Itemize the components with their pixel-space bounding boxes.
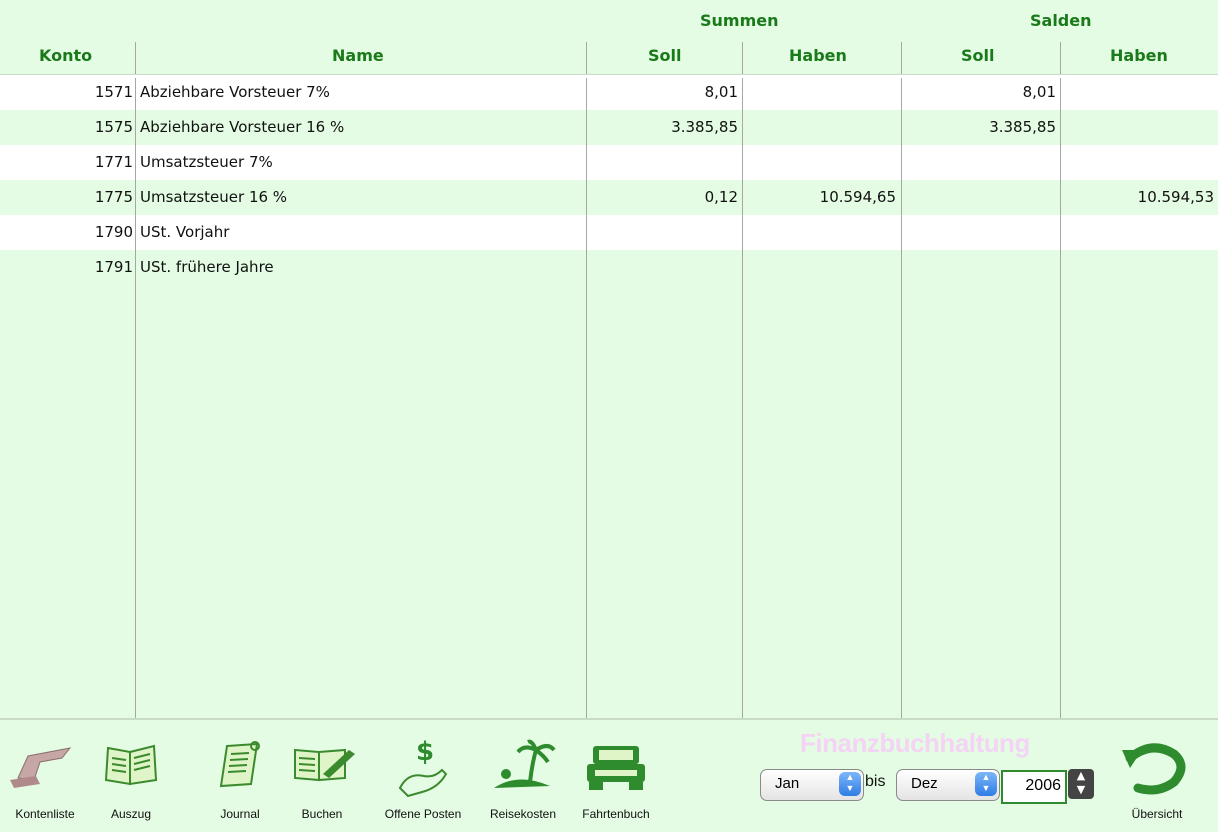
toolbar-separator bbox=[0, 718, 1218, 720]
summen-haben-cell bbox=[746, 145, 896, 180]
palm-island-icon bbox=[478, 736, 568, 796]
buchen-button[interactable]: Buchen bbox=[277, 730, 367, 830]
header-divider bbox=[1060, 42, 1061, 74]
to-month-select[interactable]: Dez ▲ ▼ bbox=[896, 769, 1000, 801]
name-cell: USt. Vorjahr bbox=[140, 223, 230, 241]
table-row[interactable]: 1571 Abziehbare Vorsteuer 7% 8,01 8,01 bbox=[0, 75, 1218, 110]
summen-haben-cell bbox=[746, 75, 896, 110]
name-cell: Umsatzsteuer 7% bbox=[140, 153, 273, 171]
salden-haben-cell: 10.594,53 bbox=[1137, 188, 1214, 206]
year-stepper[interactable]: ▲ ▼ bbox=[1068, 769, 1094, 799]
summen-haben-cell bbox=[746, 110, 896, 145]
name-cell: Abziehbare Vorsteuer 7% bbox=[140, 83, 330, 101]
scroll-icon bbox=[195, 736, 285, 796]
konto-cell: 1775 bbox=[94, 188, 133, 206]
auszug-button[interactable]: Auszug bbox=[86, 730, 176, 830]
summen-soll-cell bbox=[590, 215, 738, 250]
salden-haben-cell bbox=[1064, 250, 1214, 285]
year-value: 2006 bbox=[1025, 777, 1061, 794]
name-cell: USt. frühere Jahre bbox=[140, 258, 274, 276]
header-salden: Salden bbox=[1030, 11, 1092, 30]
header-divider bbox=[135, 42, 136, 74]
offene-posten-button[interactable]: $ Offene Posten bbox=[378, 730, 468, 830]
column-divider bbox=[742, 78, 743, 720]
konto-cell: 1791 bbox=[94, 258, 133, 276]
summen-soll-cell: 0,12 bbox=[704, 188, 738, 206]
table-row[interactable]: 1771 Umsatzsteuer 7% bbox=[0, 145, 1218, 180]
table-row[interactable]: 1775 Umsatzsteuer 16 % 0,12 10.594,65 10.594… bbox=[0, 180, 1218, 215]
to-month-value: Dez bbox=[911, 775, 938, 792]
header-divider bbox=[586, 42, 587, 74]
konto-cell: 1575 bbox=[94, 118, 133, 136]
name-cell: Abziehbare Vorsteuer 16 % bbox=[140, 118, 345, 136]
summen-haben-cell: 10.594,65 bbox=[819, 188, 896, 206]
header-divider bbox=[742, 42, 743, 74]
fahrtenbuch-button[interactable]: Fahrtenbuch bbox=[571, 730, 661, 830]
select-arrows-icon: ▲ ▼ bbox=[839, 772, 861, 796]
stepper-down-icon[interactable]: ▼ bbox=[1068, 783, 1094, 797]
column-header-salden-soll[interactable]: Soll bbox=[961, 46, 994, 65]
summen-haben-cell bbox=[746, 250, 896, 285]
salden-soll-cell: 3.385,85 bbox=[989, 118, 1056, 136]
from-month-value: Jan bbox=[775, 775, 800, 792]
salden-soll-cell: 8,01 bbox=[1022, 83, 1056, 101]
app-title: Finanzbuchhaltung bbox=[800, 728, 1030, 758]
buchen-label: Buchen bbox=[301, 807, 343, 821]
return-arrow-icon bbox=[1112, 736, 1202, 796]
column-divider bbox=[1060, 78, 1061, 720]
salden-soll-cell bbox=[905, 250, 1056, 285]
summen-soll-cell: 3.385,85 bbox=[671, 118, 738, 136]
uebersicht-button[interactable]: Übersicht bbox=[1112, 730, 1202, 830]
salden-haben-cell bbox=[1064, 75, 1214, 110]
hand-dollar-icon: $ bbox=[378, 736, 468, 798]
stepper-up-icon[interactable]: ▲ bbox=[1068, 769, 1094, 783]
column-divider bbox=[586, 78, 587, 720]
select-arrows-icon: ▲ ▼ bbox=[975, 772, 997, 796]
pen-book-icon bbox=[277, 736, 367, 796]
car-icon bbox=[571, 736, 661, 796]
salden-haben-cell bbox=[1064, 110, 1214, 145]
column-header-konto[interactable]: Konto bbox=[39, 46, 92, 65]
konto-cell: 1790 bbox=[94, 223, 133, 241]
salden-soll-cell bbox=[905, 215, 1056, 250]
table-row[interactable]: 1791 USt. frühere Jahre bbox=[0, 250, 1218, 285]
summen-haben-cell bbox=[746, 215, 896, 250]
summen-soll-cell bbox=[590, 250, 738, 285]
salden-soll-cell bbox=[905, 145, 1056, 180]
offene-posten-label: Offene Posten bbox=[384, 807, 462, 821]
konto-cell: 1771 bbox=[94, 153, 133, 171]
uebersicht-label: Übersicht bbox=[1131, 807, 1183, 821]
from-month-select[interactable]: Jan ▲ ▼ bbox=[760, 769, 864, 801]
table-row[interactable]: 1790 USt. Vorjahr bbox=[0, 215, 1218, 250]
salden-soll-cell bbox=[905, 180, 1056, 215]
open-book-icon bbox=[86, 736, 176, 796]
reisekosten-button[interactable]: Reisekosten bbox=[478, 730, 568, 830]
svg-text:$: $ bbox=[416, 737, 434, 767]
summen-soll-cell bbox=[590, 145, 738, 180]
name-cell: Umsatzsteuer 16 % bbox=[140, 188, 288, 206]
column-divider bbox=[901, 78, 902, 720]
salden-haben-cell bbox=[1064, 215, 1214, 250]
table-row[interactable]: 1575 Abziehbare Vorsteuer 16 % 3.385,85 3.3… bbox=[0, 110, 1218, 145]
year-field[interactable]: 2006 bbox=[1001, 770, 1067, 804]
fahrtenbuch-label: Fahrtenbuch bbox=[582, 807, 650, 821]
konto-cell: 1571 bbox=[94, 83, 133, 101]
summen-soll-cell: 8,01 bbox=[704, 83, 738, 101]
column-divider bbox=[135, 78, 136, 720]
header-divider bbox=[901, 42, 902, 74]
hand-card-icon bbox=[0, 736, 90, 796]
column-header-summen-soll[interactable]: Soll bbox=[648, 46, 681, 65]
salden-haben-cell bbox=[1064, 145, 1214, 180]
column-header-name[interactable]: Name bbox=[332, 46, 384, 65]
bis-label: bis bbox=[865, 773, 886, 790]
auszug-label: Auszug bbox=[110, 807, 152, 821]
column-header-summen-haben[interactable]: Haben bbox=[789, 46, 847, 65]
header-summen: Summen bbox=[700, 11, 779, 30]
column-header-salden-haben[interactable]: Haben bbox=[1110, 46, 1168, 65]
